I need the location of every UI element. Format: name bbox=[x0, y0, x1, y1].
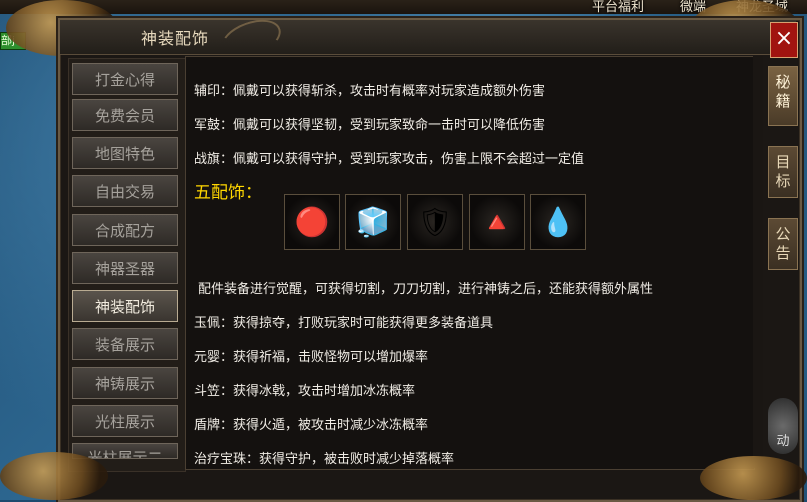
nav-item[interactable]: 免费会员 bbox=[72, 99, 178, 131]
golden-pyramid-icon[interactable]: 🔺 bbox=[469, 194, 525, 250]
tab-secrets[interactable]: 秘籍 bbox=[768, 66, 798, 126]
blue-gem-icon[interactable]: 💧 bbox=[530, 194, 586, 250]
shield-disc-icon[interactable]: 🛡 bbox=[407, 194, 463, 250]
tab-notice[interactable]: 公告 bbox=[768, 218, 798, 270]
section-heading: 五配饰： bbox=[194, 183, 262, 203]
dragon-ornament-bottom-left bbox=[0, 452, 108, 500]
window-title: 神装配饰 bbox=[141, 29, 210, 48]
activity-icon[interactable]: 动 bbox=[768, 398, 798, 454]
red-jewel-icon[interactable]: 🔴 bbox=[284, 194, 340, 250]
scrollbar[interactable] bbox=[753, 56, 763, 468]
nav-item[interactable]: 自由交易 bbox=[72, 175, 178, 207]
text-line: 治疗宝珠：获得守护，被击败时减少掉落概率 bbox=[194, 452, 455, 467]
text-line: 战旗：佩戴可以获得守护，受到玩家攻击，伤害上限不会超过一定值 bbox=[194, 152, 585, 167]
dragon-ornament-bottom-right bbox=[700, 456, 807, 500]
nav-item[interactable]: 神器圣器 bbox=[72, 252, 178, 284]
nav-item[interactable]: 神装配饰 bbox=[72, 290, 178, 322]
text-line: 斗笠：获得冰戟，攻击时增加冰冻概率 bbox=[194, 384, 416, 399]
nav-item[interactable]: 神铸展示 bbox=[72, 367, 178, 399]
nav-item[interactable]: 光柱展示 bbox=[72, 405, 178, 437]
text-line: 元婴：获得祈福，击败怪物可以增加爆率 bbox=[194, 350, 429, 365]
text-line: 盾牌：获得火遁，被攻击时减少冰冻概率 bbox=[194, 418, 429, 433]
text-line: 玉佩：获得掠夺，打败玩家时可能获得更多装备道具 bbox=[194, 316, 494, 331]
top-link-welfare[interactable]: 平台福利 bbox=[592, 0, 644, 15]
text-line: 辅印：佩戴可以获得斩杀，攻击时有概率对玩家造成额外伤害 bbox=[194, 84, 546, 99]
nav-item[interactable]: 地图特色 bbox=[72, 137, 178, 169]
tab-goals[interactable]: 目标 bbox=[768, 146, 798, 198]
nav-item[interactable]: 装备展示 bbox=[72, 328, 178, 360]
ice-figure-icon[interactable]: 🧊 bbox=[345, 194, 401, 250]
nav-item[interactable]: 打金心得 bbox=[72, 63, 178, 95]
nav-item[interactable]: 合成配方 bbox=[72, 214, 178, 246]
text-line: 配件装备进行觉醒，可获得切割，刀刀切割，进行神铸之后，还能获得额外属性 bbox=[198, 282, 654, 297]
close-button[interactable]: × bbox=[770, 22, 798, 58]
text-line: 军鼓：佩戴可以获得坚韧，受到玩家致命一击时可以降低伤害 bbox=[194, 118, 546, 133]
